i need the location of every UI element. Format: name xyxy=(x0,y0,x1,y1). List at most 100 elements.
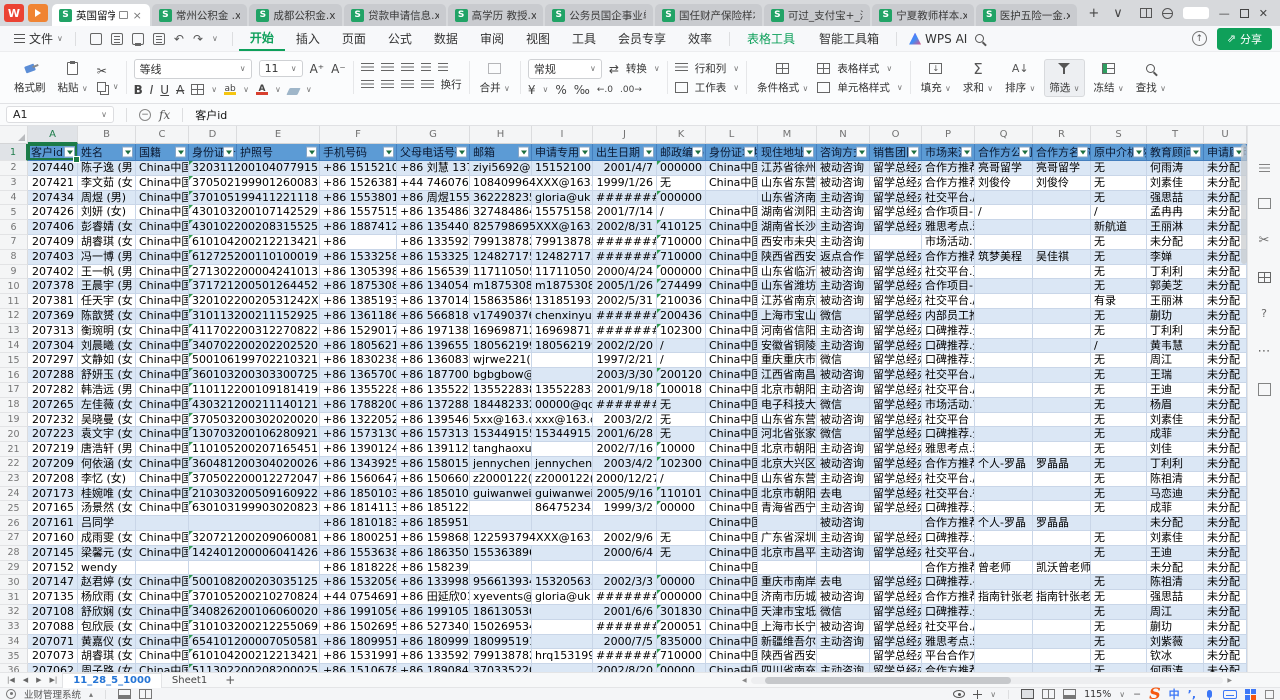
cell[interactable]: 留学总经办 xyxy=(870,161,922,176)
cell[interactable]: 成雨雯 (女 xyxy=(78,531,136,546)
header-cell[interactable]: 销售团队 xyxy=(870,144,922,161)
cell[interactable]: 留学总经办 xyxy=(870,531,922,546)
doc-tab[interactable]: S国任财产保险样本.x xyxy=(655,4,762,26)
close-button[interactable]: ✕ xyxy=(1259,7,1268,20)
freeze-button[interactable]: 冻结 ∨ xyxy=(1091,61,1127,95)
cell[interactable]: 200051 xyxy=(657,620,706,635)
cell[interactable] xyxy=(532,546,593,561)
cell[interactable]: 主动咨询 xyxy=(817,339,870,354)
outline-icon[interactable] xyxy=(139,689,152,699)
cell[interactable]: 710000 xyxy=(657,250,706,265)
bold-button[interactable]: B xyxy=(134,83,143,97)
cell[interactable]: 留学总经办 xyxy=(870,590,922,605)
cell[interactable]: 上海市长宁 xyxy=(758,620,817,635)
cell[interactable]: 杨欣雨 (女 xyxy=(78,590,136,605)
save-icon[interactable] xyxy=(90,33,102,45)
cell[interactable]: 口碑推荐.全 xyxy=(922,427,975,442)
cell[interactable]: 留学总经办 xyxy=(870,309,922,324)
cell[interactable]: 留学总经办 xyxy=(870,324,922,339)
cell[interactable]: 未分配 xyxy=(1204,590,1247,605)
name-box[interactable]: A1∨ xyxy=(6,106,114,123)
cell[interactable] xyxy=(817,649,870,664)
cell[interactable]: China中国 xyxy=(136,398,189,413)
cell[interactable]: 207282 xyxy=(28,383,78,398)
header-cell[interactable]: 合作方名称 xyxy=(1033,144,1091,161)
row-number[interactable]: 26 xyxy=(0,516,28,531)
row-number[interactable]: 22 xyxy=(0,457,28,472)
cell[interactable]: 周江 xyxy=(1147,353,1204,368)
cell[interactable]: 江苏省南京 xyxy=(758,294,817,309)
header-cell[interactable]: 教育顾问 xyxy=(1147,144,1204,161)
cell[interactable]: 西安市未央 xyxy=(758,235,817,250)
cell[interactable]: China中国 xyxy=(136,605,189,620)
column-header-G[interactable]: G xyxy=(397,126,470,144)
column-header-U[interactable]: U xyxy=(1204,126,1247,144)
cell[interactable]: 未分配 xyxy=(1147,516,1204,531)
header-cell[interactable]: 姓名 xyxy=(78,144,136,161)
decrease-indent-icon[interactable] xyxy=(421,63,431,73)
cell[interactable]: 207409 xyxy=(28,235,78,250)
cell[interactable]: ######## xyxy=(593,250,657,265)
cell[interactable]: 山东省东营 xyxy=(758,176,817,191)
cell[interactable] xyxy=(1033,649,1091,664)
cell[interactable]: 内部员工推 xyxy=(922,309,975,324)
cell[interactable]: 00000 xyxy=(657,575,706,590)
row-number[interactable]: 27 xyxy=(0,531,28,546)
cell[interactable]: 500106199702210321 xyxy=(189,353,320,368)
cell[interactable]: 2002/5/31 xyxy=(593,294,657,309)
cell[interactable]: 曾老师 xyxy=(975,561,1033,576)
cell[interactable]: 陈子逸 (男 xyxy=(78,161,136,176)
cell[interactable]: 117110505 xyxy=(470,265,532,280)
cell[interactable]: 180562199 xyxy=(532,339,593,354)
cell[interactable]: 未分配 xyxy=(1204,383,1247,398)
cell[interactable]: 未分配 xyxy=(1204,309,1247,324)
cell[interactable]: guiwanwei xyxy=(532,487,593,502)
cell[interactable]: 梁馨元 (女 xyxy=(78,546,136,561)
cell[interactable]: 207160 xyxy=(28,531,78,546)
cell[interactable]: 207062 xyxy=(28,664,78,672)
cell[interactable]: China中国 xyxy=(706,294,758,309)
cell[interactable]: 00000 xyxy=(657,501,706,516)
cell[interactable]: 835000 xyxy=(657,635,706,650)
cell[interactable]: 360481200304020026 xyxy=(189,457,320,472)
cell[interactable]: 370503200302020020 xyxy=(189,413,320,428)
cell[interactable]: 留学总经办 xyxy=(870,398,922,413)
cell[interactable]: 654101200007050581 xyxy=(189,635,320,650)
cell[interactable] xyxy=(1033,368,1091,383)
cell[interactable] xyxy=(1091,561,1147,576)
cell[interactable]: China中国 xyxy=(136,235,189,250)
cell[interactable] xyxy=(470,516,532,531)
cell[interactable]: 市场活动.市 xyxy=(922,235,975,250)
cell[interactable]: 留学总经办 xyxy=(870,472,922,487)
cell[interactable]: +86 134392528 xyxy=(320,457,397,472)
cell[interactable]: 去电 xyxy=(817,487,870,502)
row-number[interactable]: 6 xyxy=(0,220,28,235)
column-header-Q[interactable]: Q xyxy=(975,126,1033,144)
cell[interactable]: 合作项目-: xyxy=(922,279,975,294)
cell[interactable]: 未分配 xyxy=(1204,294,1247,309)
cell[interactable]: 留学总经办 xyxy=(870,368,922,383)
cell[interactable]: 无 xyxy=(1091,590,1147,605)
cell[interactable]: China中国 xyxy=(136,205,189,220)
cell[interactable]: 山东省济南 xyxy=(758,191,817,206)
column-header-I[interactable]: I xyxy=(532,126,593,144)
cell[interactable]: China中国 xyxy=(706,176,758,191)
search-icon[interactable] xyxy=(975,34,984,43)
cell[interactable]: 被动咨询 xyxy=(817,413,870,428)
cell[interactable]: 612725200110100019 xyxy=(189,250,320,265)
cell[interactable] xyxy=(975,442,1033,457)
cell[interactable]: +86 1850103098 xyxy=(397,487,470,502)
cell[interactable]: 强思喆 xyxy=(1147,191,1204,206)
cell[interactable]: 180995191 xyxy=(470,635,532,650)
cell[interactable]: +86 1890841990 xyxy=(397,664,470,672)
cell[interactable]: 刘紫薇 xyxy=(1147,635,1204,650)
cell[interactable] xyxy=(1033,279,1091,294)
cell[interactable]: 158635869 xyxy=(470,294,532,309)
cell[interactable]: China中国 xyxy=(136,279,189,294)
cell[interactable]: +86 1396552100 xyxy=(397,339,470,354)
cell[interactable]: 310103200212255069 xyxy=(189,620,320,635)
cell[interactable]: +86 139012420 xyxy=(320,442,397,457)
column-header-B[interactable]: B xyxy=(78,126,136,144)
doc-tab[interactable]: S高学历 教授.xlsx xyxy=(448,4,544,26)
cell[interactable]: +86 1335925706 xyxy=(397,649,470,664)
